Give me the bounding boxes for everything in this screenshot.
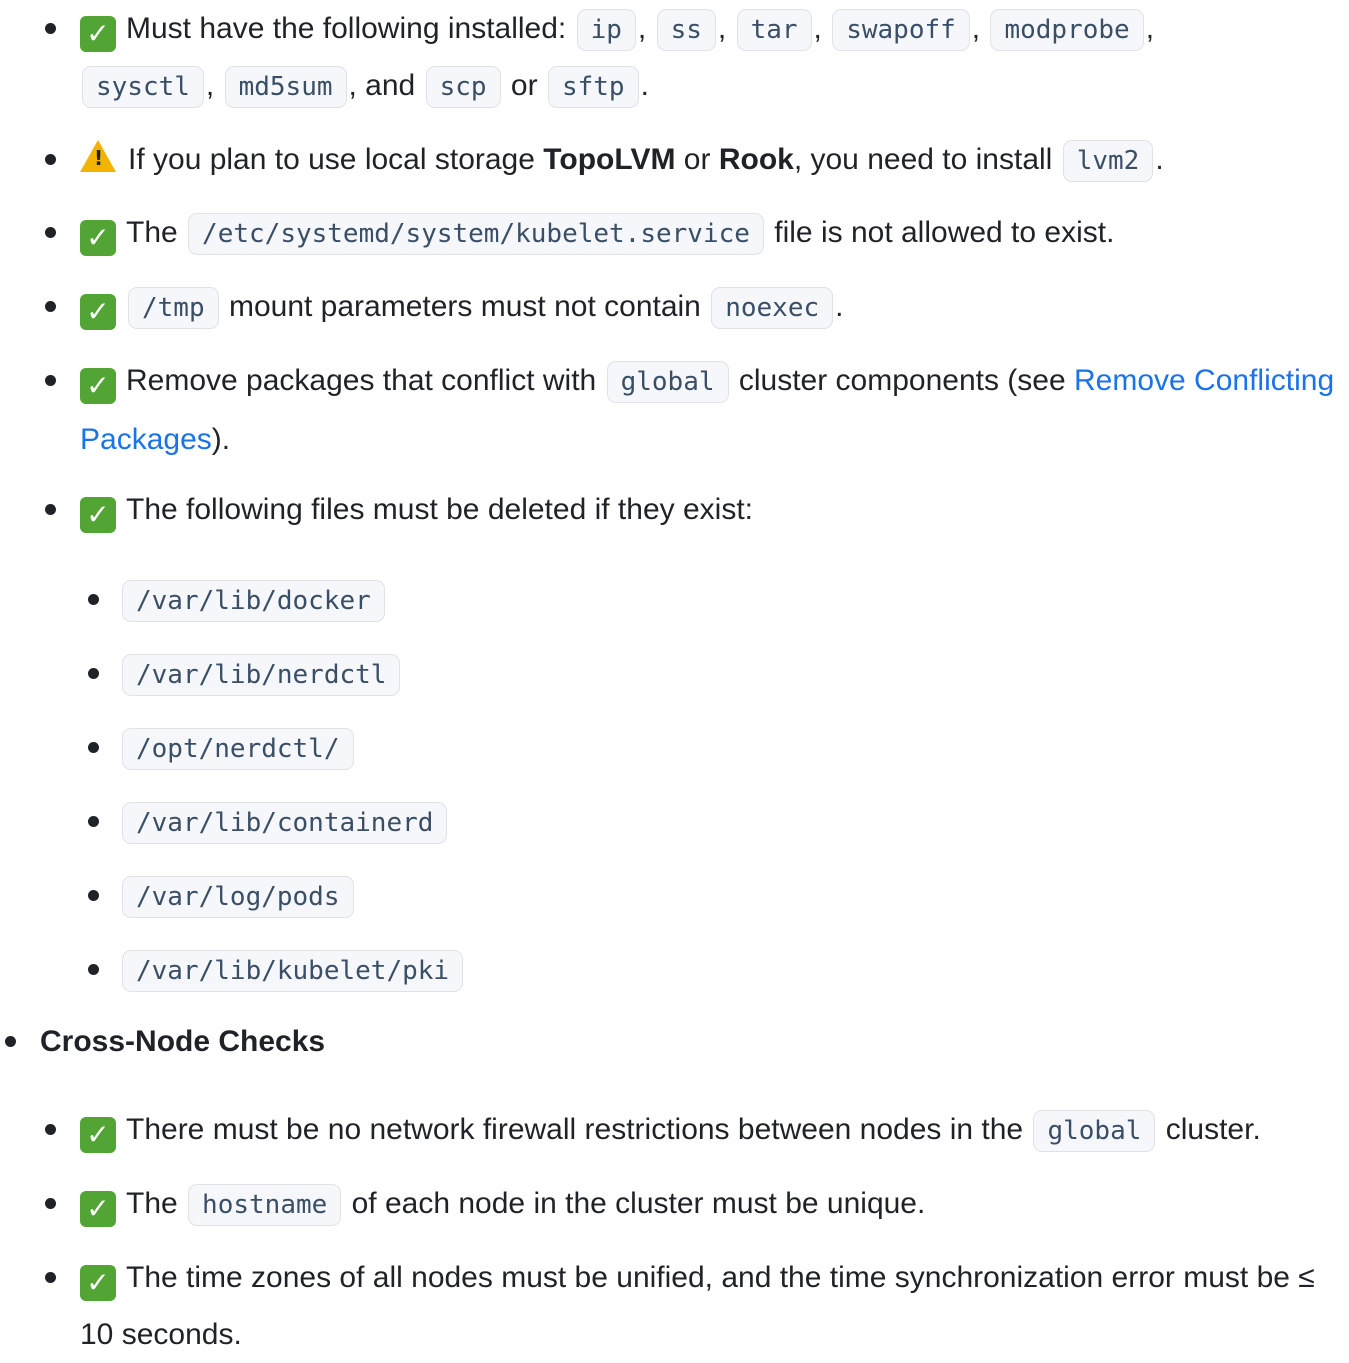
firewall-post: cluster. [1165, 1113, 1261, 1146]
lvm-post: , you need to install [793, 143, 1053, 176]
bullet [88, 816, 99, 827]
code-ip: ip [576, 9, 636, 51]
code-hostname: hostname [188, 1184, 342, 1226]
bullet [45, 1198, 56, 1209]
bullet [88, 668, 99, 679]
code-file: /opt/nerdctl/ [122, 728, 354, 770]
item-text: ✓ The following files must be deleted if … [80, 481, 753, 538]
item-text: ✓ The time zones of all nodes must be uni… [80, 1249, 1340, 1363]
check-mark-icon: ✓ [80, 294, 116, 330]
conflict-pre: Remove packages that conflict with [126, 364, 597, 397]
check-mark-icon: ✓ [80, 220, 116, 256]
item-text: ✓/tmp mount parameters must not contain … [80, 278, 843, 337]
hostname-post: of each node in the cluster must be uniq… [351, 1187, 926, 1220]
check-mark-icon: ✓ [80, 1117, 116, 1153]
bullet [88, 742, 99, 753]
bullet [88, 964, 99, 975]
lvm-or: or [683, 143, 711, 176]
item-text: ! If you plan to use local storage TopoLV… [80, 131, 1164, 190]
code-tmp: /tmp [128, 287, 219, 329]
bullet [45, 301, 56, 312]
code-noexec: noexec [711, 287, 834, 329]
document: ✓ Must have the following installed: ip , … [0, 0, 1349, 1351]
item-text: Cross-Node Checks [40, 1013, 325, 1070]
installed-prefix: Must have the following installed: [126, 12, 567, 45]
check-mark-icon: ✓ [80, 1265, 116, 1301]
conflict-mid: cluster components (see [738, 364, 1066, 397]
lvm-pre: If you plan to use local storage [128, 143, 535, 176]
conflict-post: ). [211, 423, 231, 456]
item-text: /var/lib/nerdctl [120, 645, 402, 704]
item-text: ✓ The /etc/systemd/system/kubelet.service… [80, 204, 1114, 263]
hostname-pre: The [126, 1187, 178, 1220]
bullet [45, 1272, 56, 1283]
code-swapoff: swapoff [832, 9, 970, 51]
bullet [45, 227, 56, 238]
item-text: ✓ There must be no network firewall restr… [80, 1101, 1261, 1160]
or-text: or [510, 69, 538, 102]
code-sysctl: sysctl [82, 66, 204, 108]
code-tar: tar [736, 9, 812, 51]
topolvm-label: TopoLVM [543, 143, 676, 176]
code-md5sum: md5sum [224, 66, 347, 108]
code-sftp: sftp [547, 66, 639, 108]
code-kubelet-path: /etc/systemd/system/kubelet.service [188, 213, 764, 255]
warning-icon: ! [80, 140, 116, 172]
kubelet-pre: The [126, 216, 178, 249]
item-text: /var/lib/containerd [120, 793, 449, 852]
kubelet-post: file is not allowed to exist. [774, 216, 1115, 249]
item-text: ✓ The hostname of each node in the cluste… [80, 1175, 925, 1234]
code-ss: ss [656, 9, 716, 51]
rook-label: Rook [718, 143, 794, 176]
and-text: , and [348, 69, 416, 102]
check-mark-icon: ✓ [80, 497, 116, 533]
bullet [45, 375, 56, 386]
code-file: /var/lib/containerd [122, 802, 448, 844]
bullet [45, 504, 56, 515]
bullet [88, 594, 99, 605]
item-text: /var/log/pods [120, 867, 356, 926]
bullet [5, 1036, 16, 1047]
item-text: ✓ Must have the following installed: ip, … [80, 0, 1154, 59]
code-file: /var/lib/kubelet/pki [122, 950, 464, 992]
code-file: /var/lib/docker [122, 580, 385, 622]
firewall-pre: There must be no network firewall restri… [126, 1113, 1024, 1146]
check-mark-icon: ✓ [80, 368, 116, 404]
code-global: global [1033, 1110, 1156, 1152]
item-text: /var/lib/kubelet/pki [120, 941, 465, 1000]
code-scp: scp [425, 66, 501, 108]
tmp-mid: mount parameters must not contain [228, 290, 701, 323]
item-text: ✓ Remove packages that conflict with glob… [80, 352, 1349, 468]
check-mark-icon: ✓ [80, 1191, 116, 1227]
code-lvm2: lvm2 [1062, 140, 1154, 182]
bullet [45, 154, 56, 165]
bullet [88, 890, 99, 901]
item-text: /opt/nerdctl/ [120, 719, 356, 778]
code-file: /var/lib/nerdctl [122, 654, 401, 696]
cross-node-heading: Cross-Node Checks [40, 1025, 326, 1058]
code-modprobe: modprobe [990, 9, 1144, 51]
code-global: global [606, 361, 729, 403]
check-mark-icon: ✓ [80, 16, 116, 52]
bullet [45, 23, 56, 34]
item-text-line2: sysctl, md5sum, and scp or sftp. [80, 57, 649, 116]
bullet [45, 1124, 56, 1135]
item-text: /var/lib/docker [120, 571, 387, 630]
time-text: The time zones of all nodes must be unif… [80, 1261, 1315, 1351]
code-file: /var/log/pods [122, 876, 354, 918]
delete-files-text: The following files must be deleted if t… [126, 493, 753, 526]
